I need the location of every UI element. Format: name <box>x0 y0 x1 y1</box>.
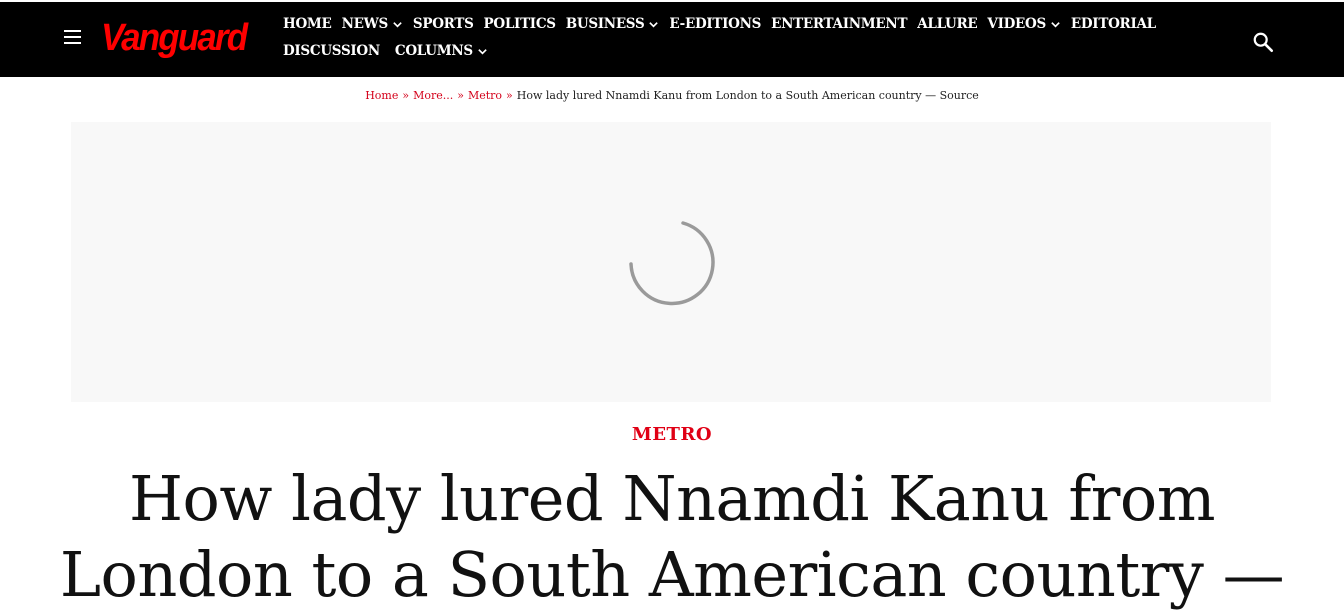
nav-item-label: NEWS <box>341 16 389 32</box>
ad-placeholder <box>71 122 1271 402</box>
chevron-down-icon <box>649 21 659 28</box>
nav-item-label: COLUMNS <box>394 43 473 59</box>
nav-item-politics[interactable]: POLITICS <box>484 15 556 33</box>
breadcrumb-link-metro[interactable]: Metro <box>468 89 502 102</box>
breadcrumb: Home» More...» Metro» How lady lured Nnamdi… <box>0 89 1344 102</box>
nav-item-label: E-EDITIONS <box>669 16 762 32</box>
site-logo[interactable]: Vanguard <box>101 16 248 60</box>
site-header: Vanguard HOME NEWS SPORTS POLITICS BUSIN… <box>0 0 1344 77</box>
nav-item-label: EDITORIAL <box>1070 16 1156 32</box>
nav-item-label: POLITICS <box>483 16 556 32</box>
nav-item-label: VIDEOS <box>987 16 1046 32</box>
nav-item-videos[interactable]: VIDEOS <box>987 15 1061 33</box>
chevron-down-icon <box>393 21 402 28</box>
nav-item-columns[interactable]: COLUMNS <box>395 42 488 60</box>
main-nav: HOME NEWS SPORTS POLITICS BUSINESS E-EDI… <box>283 15 1213 60</box>
nav-item-home[interactable]: HOME <box>283 15 332 33</box>
nav-item-discussion[interactable]: DISCUSSION <box>283 42 380 60</box>
nav-item-allure[interactable]: ALLURE <box>917 15 978 33</box>
nav-item-label: DISCUSSION <box>283 43 380 59</box>
nav-item-label: ENTERTAINMENT <box>771 16 908 32</box>
nav-item-label: BUSINESS <box>565 16 645 32</box>
hamburger-menu-icon[interactable] <box>64 30 81 44</box>
breadcrumb-separator: » <box>402 89 410 102</box>
article-category[interactable]: METRO <box>0 424 1344 445</box>
nav-item-e-editions[interactable]: E-EDITIONS <box>669 15 761 33</box>
nav-item-sports[interactable]: SPORTS <box>413 15 474 33</box>
chevron-down-icon <box>478 48 487 55</box>
breadcrumb-current: How lady lured Nnamdi Kanu from London t… <box>516 89 979 102</box>
nav-item-label: SPORTS <box>412 16 474 32</box>
breadcrumb-separator: » <box>506 89 513 102</box>
chevron-down-icon <box>1051 21 1060 28</box>
breadcrumb-separator: » <box>457 89 464 102</box>
nav-item-entertainment[interactable]: ENTERTAINMENT <box>771 15 907 33</box>
nav-item-label: HOME <box>283 16 332 32</box>
nav-item-label: ALLURE <box>917 16 978 32</box>
loading-spinner-icon <box>629 221 715 306</box>
nav-item-editorial[interactable]: EDITORIAL <box>1071 15 1156 33</box>
breadcrumb-link-home[interactable]: Home <box>365 89 398 102</box>
search-icon[interactable] <box>1252 31 1274 53</box>
breadcrumb-link-more[interactable]: More... <box>413 89 453 102</box>
nav-item-news[interactable]: NEWS <box>342 15 403 33</box>
article-headline: How lady lured Nnamdi Kanu from London t… <box>59 462 1285 611</box>
nav-item-business[interactable]: BUSINESS <box>566 15 660 33</box>
